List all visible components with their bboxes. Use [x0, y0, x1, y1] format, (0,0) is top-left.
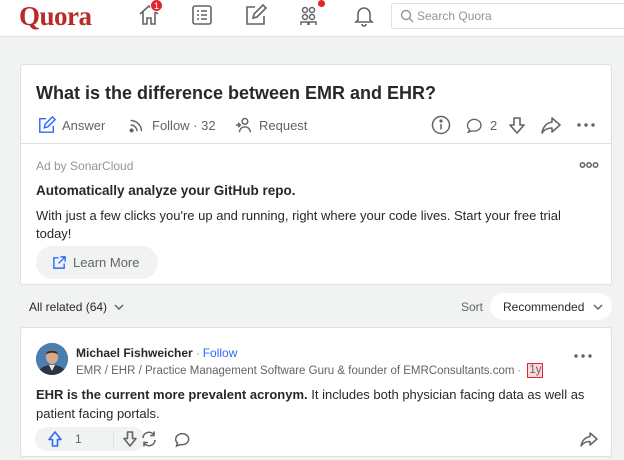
- all-related-dropdown[interactable]: All related (64): [29, 300, 125, 314]
- chevron-down-icon: [114, 304, 124, 311]
- comment-count: 2: [490, 117, 498, 133]
- answer-text-bold: EHR is the current more prevalent acrony…: [36, 387, 308, 402]
- pencil-icon: [39, 116, 56, 133]
- question-card: What is the difference between EMR and E…: [20, 64, 612, 285]
- upvote-count: 1: [75, 432, 82, 446]
- search-icon: [400, 9, 414, 23]
- chevron-down-icon: [593, 303, 603, 310]
- follow-icon: [129, 119, 143, 133]
- spaces-dot: [318, 0, 325, 7]
- top-nav-bar: Quora 1: [0, 0, 624, 37]
- external-link-icon: [53, 256, 66, 269]
- reshare-icon[interactable]: [140, 430, 158, 448]
- author-line: Michael Fishweicher · Follow: [76, 346, 237, 360]
- following-icon[interactable]: [190, 3, 214, 27]
- avatar[interactable]: [36, 343, 68, 375]
- request-button[interactable]: Request: [235, 115, 307, 135]
- author-credential[interactable]: EMR / EHR / Practice Management Software…: [76, 365, 514, 377]
- sort-label: Sort: [461, 300, 484, 314]
- request-icon: [235, 117, 252, 133]
- answer-time[interactable]: 1y: [527, 363, 544, 378]
- comments-button[interactable]: 2: [466, 115, 497, 135]
- author-separator: ·: [195, 346, 200, 360]
- search-box[interactable]: [391, 3, 624, 29]
- ad-sponsor[interactable]: Ad by SonarCloud: [36, 159, 133, 173]
- ad-body: With just a few clicks you're up and run…: [36, 208, 561, 241]
- question-title[interactable]: What is the difference between EMR and E…: [36, 83, 436, 104]
- downvote-button[interactable]: [121, 430, 139, 448]
- author-credential-line: EMR / EHR / Practice Management Software…: [76, 363, 544, 378]
- follow-label: Follow · 32: [152, 117, 216, 133]
- answer-more-icon[interactable]: [573, 348, 593, 358]
- more-options-icon[interactable]: [576, 115, 596, 135]
- vote-separator: [113, 431, 114, 447]
- ad-title[interactable]: Automatically analyze your GitHub repo.: [36, 183, 296, 198]
- answer-text: EHR is the current more prevalent acrony…: [36, 385, 606, 423]
- upvote-button[interactable]: 1: [46, 430, 82, 448]
- search-input[interactable]: [417, 7, 617, 25]
- ad-more-icon[interactable]: [579, 158, 599, 172]
- upvote-icon: [48, 431, 62, 447]
- answer-button[interactable]: Answer: [38, 115, 105, 135]
- vote-group: 1: [35, 427, 145, 451]
- share-icon[interactable]: [541, 115, 561, 135]
- question-actions: Answer Follow · 32 Request 2: [36, 115, 601, 135]
- quora-logo[interactable]: Quora: [19, 1, 92, 32]
- comment-icon[interactable]: [174, 430, 192, 448]
- sort-value: Recommended: [503, 299, 585, 314]
- sort-dropdown[interactable]: Recommended: [490, 293, 612, 320]
- credential-separator: ·: [517, 364, 522, 377]
- author-name[interactable]: Michael Fishweicher: [76, 346, 193, 360]
- downvote-icon[interactable]: [507, 115, 527, 135]
- downvote-icon: [123, 431, 137, 447]
- answer-card: Michael Fishweicher · Follow EMR / EHR /…: [20, 327, 612, 457]
- comment-icon: [466, 118, 482, 134]
- card-divider: [21, 143, 611, 144]
- share-icon[interactable]: [580, 430, 598, 448]
- follow-author-link[interactable]: Follow: [203, 346, 238, 360]
- notification-badge: 1: [150, 0, 164, 12]
- spaces-icon[interactable]: [298, 3, 322, 27]
- request-label: Request: [259, 117, 308, 133]
- learn-more-button[interactable]: Learn More: [36, 246, 158, 279]
- follow-question-button[interactable]: Follow · 32: [128, 115, 216, 135]
- notifications-icon[interactable]: [352, 3, 376, 27]
- answer-label: Answer: [62, 117, 106, 133]
- answer-icon[interactable]: [244, 3, 268, 27]
- related-label: All related (64): [29, 300, 108, 314]
- info-icon[interactable]: [431, 115, 451, 135]
- learn-more-label: Learn More: [73, 255, 140, 270]
